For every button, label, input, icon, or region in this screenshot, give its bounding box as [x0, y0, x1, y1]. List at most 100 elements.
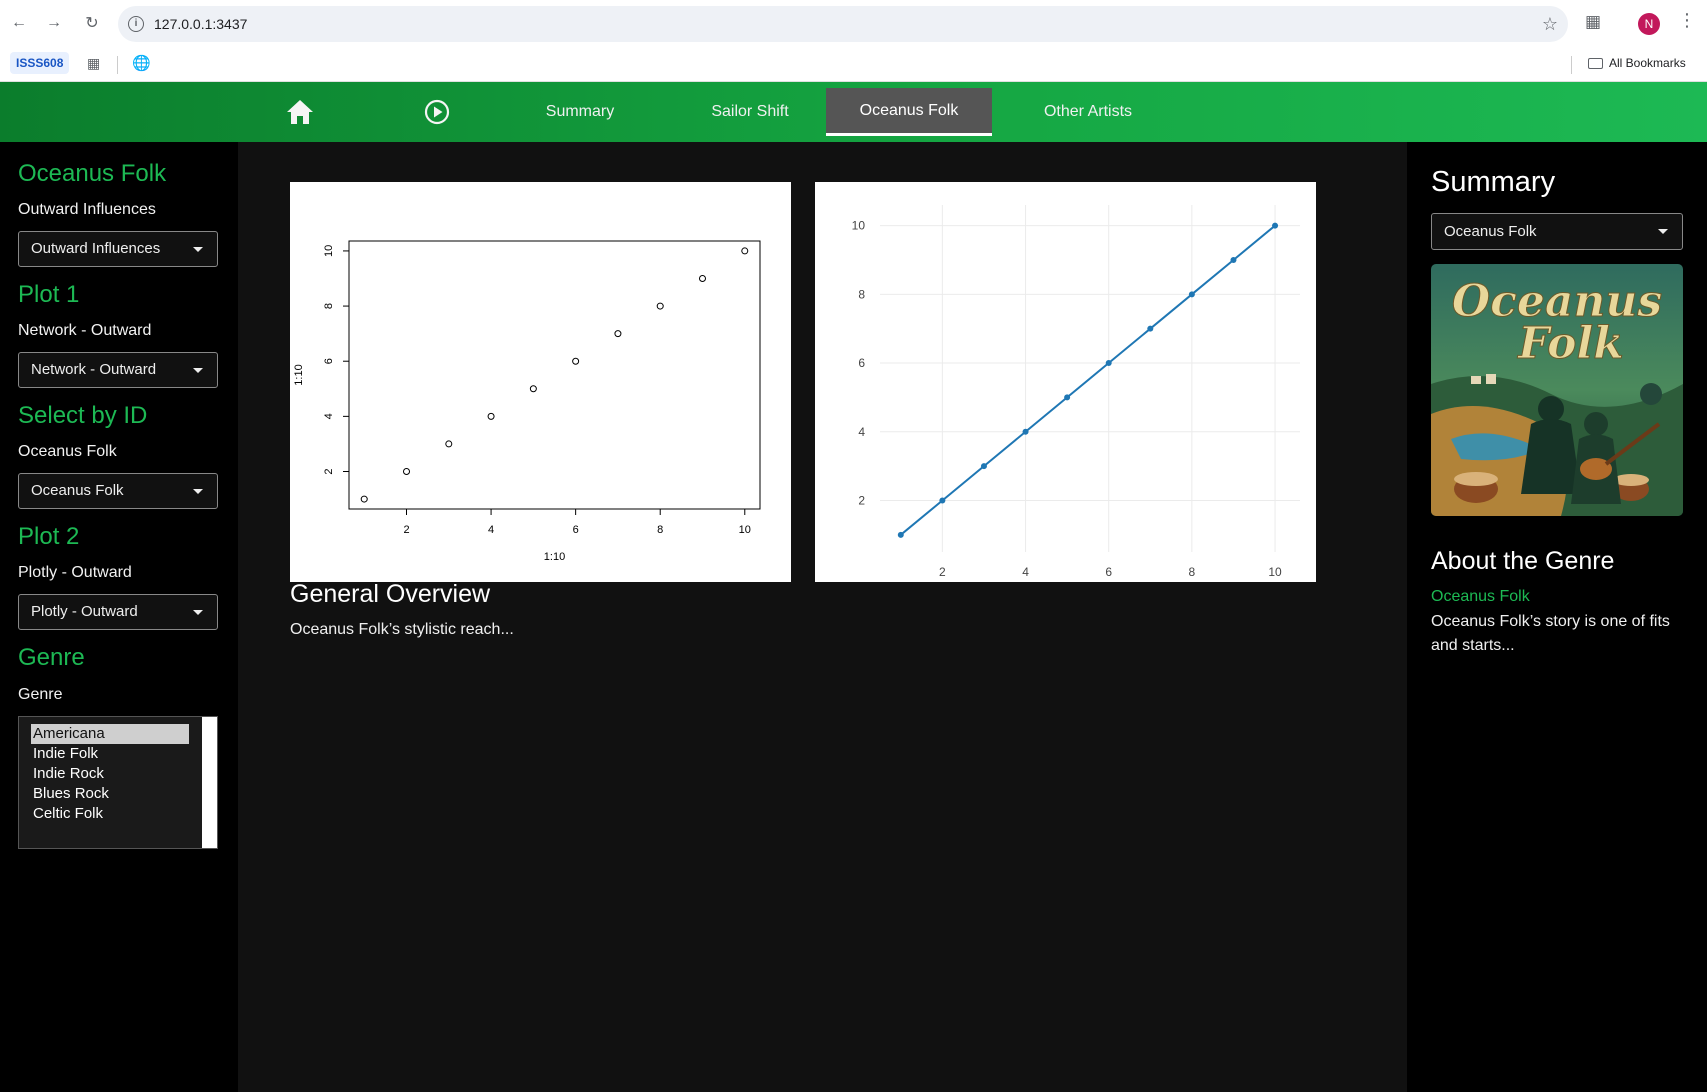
line-chart: 2 4 6 8 10 2 4 6 8 10	[852, 205, 1300, 579]
chevron-down-icon	[193, 368, 203, 373]
chevron-down-icon	[1658, 229, 1668, 234]
x-tick-label: 2	[939, 565, 946, 579]
summary-select[interactable]: Oceanus Folk	[1431, 213, 1683, 250]
line-point	[897, 531, 904, 538]
plot1-select[interactable]: Network - Outward	[18, 352, 218, 388]
x-tick-label: 8	[1189, 565, 1196, 579]
scatter-point	[698, 274, 706, 282]
y-tick-label: 6	[858, 356, 865, 370]
genre-listbox[interactable]: Americana Indie Folk Indie Rock Blues Ro…	[18, 716, 218, 849]
right-sidebar: Summary Oceanus Folk Oceanus Folk About …	[1407, 142, 1707, 1092]
globe-icon[interactable]: 🌐	[132, 54, 151, 72]
play-circle-icon[interactable]	[422, 88, 452, 136]
x-tick-label: 8	[657, 524, 663, 536]
listbox-scrollbar[interactable]	[202, 717, 217, 848]
series-line	[900, 224, 1276, 536]
summary-title: Summary	[1431, 166, 1556, 198]
plot-frame	[348, 240, 761, 510]
chevron-down-icon	[193, 610, 203, 615]
folder-icon	[1588, 57, 1603, 69]
line-point	[1064, 394, 1071, 401]
plot2-heading: Plot 2	[18, 523, 80, 550]
scatter-point	[445, 440, 453, 448]
app-navbar: Summary Sailor Shift Oceanus Folk Other …	[0, 82, 1707, 142]
bookmark-star-icon[interactable]: ☆	[1542, 14, 1558, 35]
bookmark-isss608[interactable]: ISSS608	[10, 52, 70, 74]
line-point	[1105, 360, 1112, 367]
bookmark-separator	[117, 56, 118, 74]
forward-icon[interactable]: →	[43, 12, 65, 34]
all-bookmarks-button[interactable]: All Bookmarks	[1588, 56, 1686, 70]
x-tick-label: 4	[488, 524, 494, 536]
plot2-select-value: Plotly - Outward	[31, 603, 138, 620]
scatter-point	[614, 330, 622, 338]
list-item[interactable]: Indie Folk	[31, 744, 189, 764]
tab-summary[interactable]: Summary	[530, 88, 630, 136]
sidebar-title: Oceanus Folk	[18, 160, 167, 187]
profile-avatar[interactable]: N	[1638, 13, 1660, 35]
about-genre-title: About the Genre	[1431, 547, 1615, 575]
main-panel: 2 4 6 8 10 2 4 6 8 10 1:10 1:10 2 4 6 8 10 2 4 6 8 10 Genera…	[238, 142, 1407, 1092]
tab-oceanus-folk[interactable]: Oceanus Folk	[826, 88, 992, 136]
genre-name: Oceanus Folk	[1431, 588, 1530, 605]
home-icon[interactable]	[280, 88, 320, 136]
browser-toolbar: ← → ↻ i 127.0.0.1:3437 ☆ ▦ N ⋮	[0, 0, 1707, 48]
line-point	[1188, 291, 1195, 298]
scatter-point	[572, 357, 580, 365]
line-point	[1230, 256, 1237, 263]
y-axis-label: 1:10	[293, 364, 305, 385]
y-tick-label: 6	[323, 358, 335, 364]
apps-grid-icon[interactable]: ▦	[87, 55, 100, 72]
summary-select-value: Oceanus Folk	[1444, 223, 1537, 240]
plotly-panel: 2 4 6 8 10 2 4 6 8 10	[815, 182, 1316, 582]
select-id-select[interactable]: Oceanus Folk	[18, 473, 218, 509]
x-tick-label: 2	[403, 524, 409, 536]
x-tick-label: 10	[1268, 565, 1282, 579]
select-id-select-value: Oceanus Folk	[31, 482, 124, 499]
scatter-chart: 2 4 6 8 10 2 4 6 8 10 1:10 1:10	[293, 240, 761, 563]
select-id-label: Oceanus Folk	[18, 443, 117, 460]
left-sidebar: Oceanus Folk Outward Influences Outward …	[0, 142, 238, 1092]
genre-description: Oceanus Folk’s story is one of fits and …	[1431, 613, 1670, 654]
y-tick-label: 2	[858, 493, 865, 507]
url-text: 127.0.0.1:3437	[154, 16, 248, 32]
browser-menu-icon[interactable]: ⋮	[1678, 10, 1696, 31]
y-tick-label: 4	[858, 425, 865, 439]
x-tick-label: 6	[1105, 565, 1112, 579]
overview-text: Oceanus Folk’s stylistic reach...	[290, 621, 514, 638]
genre-heading: Genre	[18, 644, 85, 671]
outward-select[interactable]: Outward Influences	[18, 231, 218, 267]
plot1-label: Network - Outward	[18, 322, 152, 339]
list-item[interactable]: Celtic Folk	[31, 804, 189, 824]
back-icon[interactable]: ←	[8, 12, 30, 34]
reload-icon[interactable]: ↻	[81, 12, 103, 34]
tab-sailor-shift[interactable]: Sailor Shift	[690, 88, 810, 136]
list-item[interactable]: Americana	[31, 724, 189, 744]
x-tick-label: 10	[739, 524, 751, 536]
x-tick-label: 6	[573, 524, 579, 536]
genre-label: Genre	[18, 686, 63, 703]
y-tick-label: 2	[323, 468, 335, 474]
address-bar[interactable]: i 127.0.0.1:3437 ☆	[118, 6, 1568, 42]
base-plot-panel: 2 4 6 8 10 2 4 6 8 10 1:10 1:10	[290, 182, 791, 582]
svg-text:Folk: Folk	[1516, 318, 1623, 369]
x-tick-label: 4	[1022, 565, 1029, 579]
x-axis-label: 1:10	[544, 551, 565, 563]
genre-artwork: Oceanus Folk	[1431, 264, 1683, 516]
scatter-point	[487, 412, 495, 420]
scatter-point	[403, 468, 411, 476]
bookmarks-bar: ISSS608 ▦ 🌐 All Bookmarks	[0, 48, 1707, 82]
tab-other-artists[interactable]: Other Artists	[1030, 88, 1146, 136]
list-item[interactable]: Blues Rock	[31, 784, 189, 804]
overview-title: General Overview	[290, 580, 491, 608]
outward-label: Outward Influences	[18, 201, 156, 218]
plot2-select[interactable]: Plotly - Outward	[18, 594, 218, 630]
plot2-label: Plotly - Outward	[18, 564, 132, 581]
chevron-down-icon	[193, 489, 203, 494]
y-tick-label: 4	[323, 413, 335, 419]
extensions-icon[interactable]: ▦	[1585, 12, 1607, 34]
y-tick-label: 10	[323, 245, 335, 257]
list-item[interactable]: Indie Rock	[31, 764, 189, 784]
plot1-select-value: Network - Outward	[31, 361, 157, 378]
site-info-icon[interactable]: i	[128, 16, 144, 32]
